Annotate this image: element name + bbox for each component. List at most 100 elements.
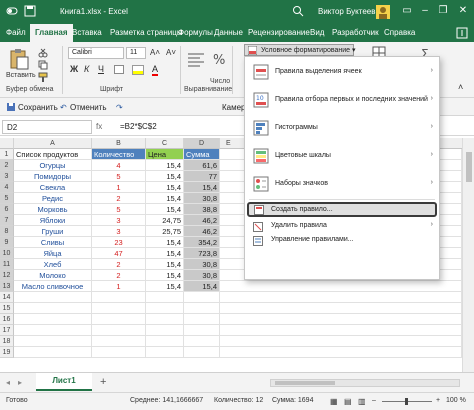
menu-item-manage-rules[interactable]: Управление правилами... — [245, 234, 439, 247]
row-header[interactable]: 6 — [0, 204, 14, 215]
row-header[interactable]: 13 — [0, 281, 14, 292]
table-cell[interactable]: 23 — [92, 237, 146, 248]
scroll-tabs-right-icon[interactable]: ▸ — [18, 378, 22, 387]
empty-cell[interactable] — [146, 325, 184, 336]
table-cell[interactable]: 15,4 — [146, 237, 184, 248]
empty-cell[interactable] — [14, 347, 92, 358]
column-header-a[interactable]: A — [14, 138, 92, 149]
table-cell[interactable]: 1 — [92, 182, 146, 193]
table-cell[interactable]: 15,4 — [146, 160, 184, 171]
empty-cell[interactable] — [92, 336, 146, 347]
user-name[interactable]: Виктор Буктеев — [318, 7, 375, 16]
tab-page-layout[interactable]: Разметка страницы — [110, 28, 183, 37]
row-header[interactable]: 10 — [0, 248, 14, 259]
shrink-font-icon[interactable]: A˅ — [166, 48, 176, 57]
save-button[interactable]: Сохранить — [18, 103, 58, 112]
format-painter-icon[interactable] — [38, 72, 48, 82]
autosave-icon[interactable] — [6, 5, 18, 17]
empty-cell[interactable] — [92, 292, 146, 303]
grow-font-icon[interactable]: A˄ — [150, 48, 160, 57]
empty-cell[interactable] — [146, 336, 184, 347]
minimize-button[interactable]: – — [418, 4, 432, 18]
page-layout-view-icon[interactable]: ▤ — [344, 397, 352, 406]
table-cell[interactable]: 2 — [92, 259, 146, 270]
empty-cell[interactable] — [220, 347, 462, 358]
table-cell[interactable]: 24,75 — [146, 215, 184, 226]
table-cell[interactable]: 15,4 — [146, 259, 184, 270]
empty-cell[interactable] — [184, 292, 220, 303]
table-cell[interactable]: 2 — [92, 270, 146, 281]
close-button[interactable]: ✕ — [456, 4, 470, 18]
search-icon[interactable] — [292, 5, 304, 17]
cut-icon[interactable] — [38, 48, 48, 58]
horizontal-scrollbar[interactable] — [270, 379, 460, 387]
row-header[interactable]: 2 — [0, 160, 14, 171]
row-header[interactable]: 17 — [0, 325, 14, 336]
table-cell[interactable]: 25,75 — [146, 226, 184, 237]
row-header[interactable]: 11 — [0, 259, 14, 270]
share-icon[interactable] — [456, 27, 468, 39]
menu-item-data-bars[interactable]: Гистограммы › — [245, 115, 439, 141]
empty-cell[interactable] — [92, 347, 146, 358]
redo-icon[interactable]: ↷ — [116, 103, 123, 112]
table-cell[interactable]: 1 — [92, 281, 146, 292]
borders-icon[interactable] — [114, 65, 124, 74]
font-name-select[interactable]: Calibri — [68, 47, 124, 59]
empty-cell[interactable] — [220, 292, 462, 303]
empty-cell[interactable] — [220, 303, 462, 314]
table-cell[interactable]: 5 — [92, 204, 146, 215]
table-cell[interactable]: Свекла — [14, 182, 92, 193]
empty-cell[interactable] — [184, 314, 220, 325]
table-cell[interactable]: 47 — [92, 248, 146, 259]
vertical-scrollbar[interactable] — [462, 138, 474, 372]
tab-help[interactable]: Справка — [384, 28, 415, 37]
table-cell[interactable]: Яйца — [14, 248, 92, 259]
table-cell[interactable]: 15,4 — [146, 193, 184, 204]
normal-view-icon[interactable]: ▦ — [330, 397, 338, 406]
column-header-b[interactable]: B — [92, 138, 146, 149]
table-cell[interactable]: Редис — [14, 193, 92, 204]
empty-cell[interactable] — [14, 336, 92, 347]
table-cell[interactable]: Морковь — [14, 204, 92, 215]
table-header-cell[interactable]: Список продуктов — [14, 149, 92, 160]
collapse-ribbon-icon[interactable]: ˄ — [458, 82, 463, 92]
save-icon[interactable] — [24, 5, 36, 17]
italic-icon[interactable]: К — [84, 64, 89, 74]
table-cell[interactable]: Помидоры — [14, 171, 92, 182]
table-cell[interactable]: 61,6 — [184, 160, 220, 171]
table-cell[interactable]: Яблоки — [14, 215, 92, 226]
menu-item-color-scales[interactable]: Цветовые шкалы › — [245, 143, 439, 169]
table-cell[interactable]: 15,4 — [146, 171, 184, 182]
table-cell[interactable]: 46,2 — [184, 226, 220, 237]
empty-cell[interactable] — [146, 292, 184, 303]
name-box[interactable]: D2 — [2, 120, 92, 134]
row-header[interactable]: 4 — [0, 182, 14, 193]
menu-item-icon-sets[interactable]: Наборы значков › — [245, 171, 439, 197]
table-cell[interactable]: 30,8 — [184, 270, 220, 281]
empty-cell[interactable] — [14, 325, 92, 336]
empty-cell[interactable] — [184, 325, 220, 336]
row-header[interactable]: 12 — [0, 270, 14, 281]
conditional-formatting-button[interactable]: Условное форматирование ▾ — [244, 44, 356, 56]
table-cell[interactable]: Огурцы — [14, 160, 92, 171]
tab-view[interactable]: Вид — [310, 28, 324, 37]
row-header[interactable]: 9 — [0, 237, 14, 248]
row-header[interactable]: 8 — [0, 226, 14, 237]
empty-cell[interactable] — [220, 325, 462, 336]
empty-cell[interactable] — [92, 314, 146, 325]
table-cell[interactable]: 30,8 — [184, 193, 220, 204]
add-sheet-button[interactable]: + — [100, 376, 106, 388]
table-header-cell[interactable]: Сумма — [184, 149, 220, 160]
menu-item-highlight-rules[interactable]: Правила выделения ячеек › — [245, 59, 439, 85]
percent-icon[interactable]: % — [210, 50, 228, 68]
empty-cell[interactable] — [184, 336, 220, 347]
copy-icon[interactable] — [38, 60, 48, 70]
font-color-icon[interactable]: A — [152, 64, 159, 76]
row-header[interactable]: 3 — [0, 171, 14, 182]
table-cell[interactable]: 77 — [184, 171, 220, 182]
menu-item-clear-rules[interactable]: Удалить правила › — [245, 220, 439, 233]
table-cell[interactable]: 2 — [92, 193, 146, 204]
table-cell[interactable]: 30,8 — [184, 259, 220, 270]
table-cell[interactable]: 3 — [92, 226, 146, 237]
table-cell[interactable]: 3 — [92, 215, 146, 226]
